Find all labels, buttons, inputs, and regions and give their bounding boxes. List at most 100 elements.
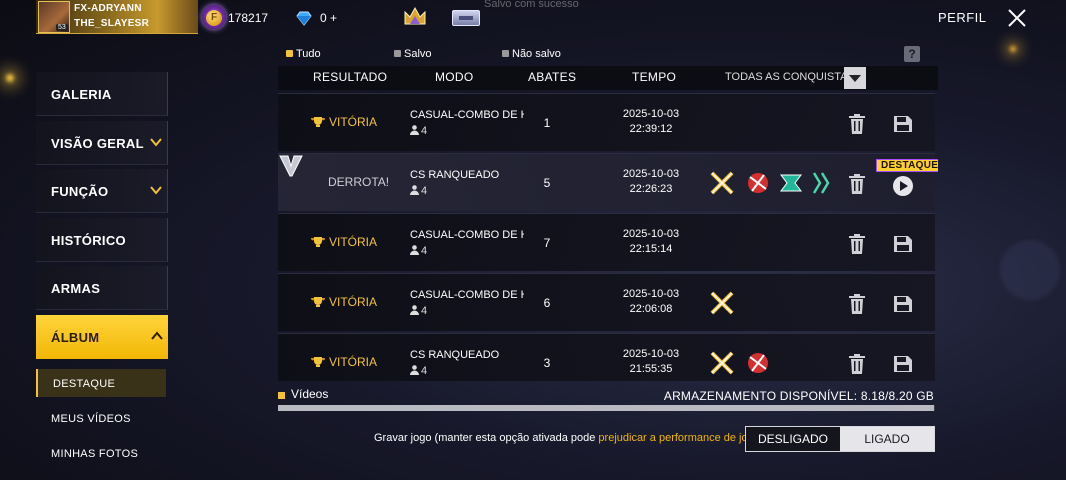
- background-light: [6, 74, 14, 82]
- players-value: 4: [421, 365, 428, 377]
- kills-count: 1: [543, 116, 551, 130]
- achievements-dropdown-button[interactable]: [844, 67, 866, 89]
- match-row[interactable]: VITÓRIA CASUAL-COMBO DE HABILIDADES 4 7 …: [278, 213, 935, 271]
- trash-icon[interactable]: [848, 354, 866, 374]
- players-value: 4: [421, 125, 428, 137]
- sidebar-item-funcao[interactable]: FUNÇÃO: [36, 169, 168, 213]
- result-label: VITÓRIA: [329, 355, 378, 369]
- person-icon: [410, 125, 419, 135]
- subitem-meus-videos[interactable]: MEUS VÍDEOS: [36, 404, 166, 432]
- trophy-icon: [311, 357, 325, 367]
- trash-icon[interactable]: [848, 174, 866, 194]
- match-time: 21:55:35: [629, 363, 673, 375]
- table-header: RESULTADO MODO ABATES TEMPO TODAS AS CON…: [278, 66, 938, 90]
- checkbox-icon: [394, 50, 401, 57]
- chevron-down-icon: [150, 138, 162, 147]
- save-icon[interactable]: [893, 295, 913, 313]
- match-row[interactable]: DERROTA! CS RANQUEADO 4 5 2025-10-03 22:…: [278, 153, 938, 211]
- player-level: 53: [56, 24, 68, 31]
- filter-saved[interactable]: Salvo: [394, 48, 432, 60]
- result: VITÓRIA: [310, 115, 400, 129]
- chevron-up-icon: [151, 331, 163, 340]
- subitem-label: DESTAQUE: [53, 378, 116, 390]
- mode-name: CASUAL-COMBO DE HABILIDADES: [410, 109, 524, 121]
- match-list: VITÓRIA CASUAL-COMBO DE HABILIDADES 4 1 …: [278, 93, 938, 381]
- toggle-on-button[interactable]: LIGADO: [840, 427, 934, 451]
- profile-card[interactable]: 53 FX-ADRYANN THE_SLAYESR: [36, 0, 226, 34]
- kills-count: 7: [543, 236, 551, 250]
- sidebar-item-armas[interactable]: ARMAS: [36, 266, 168, 310]
- person-icon: [410, 245, 419, 255]
- achievement-badge-icon: [748, 173, 768, 193]
- save-icon[interactable]: [893, 115, 913, 133]
- subitem-label: MINHAS FOTOS: [51, 448, 139, 460]
- filter-unsaved[interactable]: Não salvo: [502, 48, 561, 60]
- sidebar-item-label: FUNÇÃO: [51, 184, 109, 199]
- toast-message: Salvo com sucesso: [484, 0, 579, 10]
- person-icon: [410, 305, 419, 315]
- match-date: 2025-10-03: [622, 228, 680, 240]
- match-time: 22:26:23: [629, 183, 673, 195]
- rank-crown-icon[interactable]: [402, 4, 428, 30]
- player-name-secondary: THE_SLAYESR: [74, 18, 150, 29]
- checkbox-icon: [502, 50, 509, 57]
- toggle-off-button[interactable]: DESLIGADO: [746, 427, 840, 451]
- players-count: 4: [410, 245, 427, 257]
- column-header-mode: MODO: [435, 70, 474, 84]
- trash-icon[interactable]: [848, 114, 866, 134]
- match-time: 22:06:08: [629, 303, 673, 315]
- performance-warning-link[interactable]: prejudicar a performance de jogo: [598, 432, 759, 444]
- subitem-destaque[interactable]: DESTAQUE: [36, 369, 166, 397]
- mode-name: CASUAL-COMBO DE HABILIDADES: [410, 229, 524, 241]
- profile-title: PERFIL: [938, 10, 987, 25]
- mode-name: CS RANQUEADO: [410, 169, 500, 181]
- result-label: VITÓRIA: [329, 115, 378, 129]
- achievement-badge-icon: [780, 174, 802, 192]
- person-icon: [410, 185, 419, 195]
- result: VITÓRIA: [310, 355, 400, 369]
- players-count: 4: [410, 365, 427, 377]
- trash-icon[interactable]: [848, 234, 866, 254]
- close-icon[interactable]: [1006, 7, 1028, 29]
- save-icon[interactable]: [893, 235, 913, 253]
- filter-bar: Tudo Salvo Não salvo ?: [278, 44, 938, 66]
- subitem-minhas-fotos[interactable]: MINHAS FOTOS: [36, 439, 166, 467]
- result: VITÓRIA: [310, 235, 400, 249]
- coin-balance: 178217: [228, 11, 269, 25]
- vip-card-icon[interactable]: [452, 10, 480, 26]
- play-icon[interactable]: [892, 175, 914, 197]
- filter-label: Não salvo: [512, 48, 561, 60]
- players-value: 4: [421, 185, 428, 197]
- column-header-time: TEMPO: [632, 70, 677, 84]
- players-value: 4: [421, 245, 428, 257]
- subitem-label: MEUS VÍDEOS: [51, 413, 131, 425]
- sidebar-item-visao-geral[interactable]: VISÃO GERAL: [36, 121, 168, 165]
- players-count: 4: [410, 125, 427, 137]
- achievement-badge-icon: [812, 172, 830, 194]
- chevron-down-icon: [150, 186, 162, 195]
- match-row[interactable]: VITÓRIA CASUAL-COMBO DE HABILIDADES 4 1 …: [278, 93, 935, 151]
- sidebar-item-historico[interactable]: HISTÓRICO: [36, 218, 168, 262]
- achievements-filter-label[interactable]: TODAS AS CONQUISTAS: [725, 71, 855, 83]
- save-icon[interactable]: [893, 355, 913, 373]
- trophy-icon: [311, 237, 325, 247]
- kills-count: 6: [543, 296, 551, 310]
- result: VITÓRIA: [310, 295, 400, 309]
- achievement-badge-icon: [710, 171, 734, 195]
- column-header-kills: ABATES: [528, 70, 577, 84]
- match-row[interactable]: VITÓRIA CASUAL-COMBO DE HABILIDADES 4 6 …: [278, 273, 935, 331]
- diamond-icon: [296, 11, 312, 26]
- trash-icon[interactable]: [848, 294, 866, 314]
- match-row[interactable]: VITÓRIA CS RANQUEADO 4 3 2025-10-03 21:5…: [278, 333, 935, 381]
- sidebar-item-album[interactable]: ÁLBUM: [36, 315, 168, 359]
- storage-bar-fill: [278, 405, 934, 411]
- filter-label: Salvo: [404, 48, 432, 60]
- kills-count: 5: [543, 176, 551, 190]
- sidebar-item-galeria[interactable]: GALERIA: [36, 72, 168, 116]
- result-label: VITÓRIA: [329, 235, 378, 249]
- help-icon[interactable]: ?: [904, 46, 920, 62]
- players-count: 4: [410, 305, 427, 317]
- sidebar-item-label: VISÃO GERAL: [51, 136, 144, 151]
- filter-all[interactable]: Tudo: [286, 48, 321, 60]
- diamond-balance[interactable]: 0 +: [320, 11, 337, 25]
